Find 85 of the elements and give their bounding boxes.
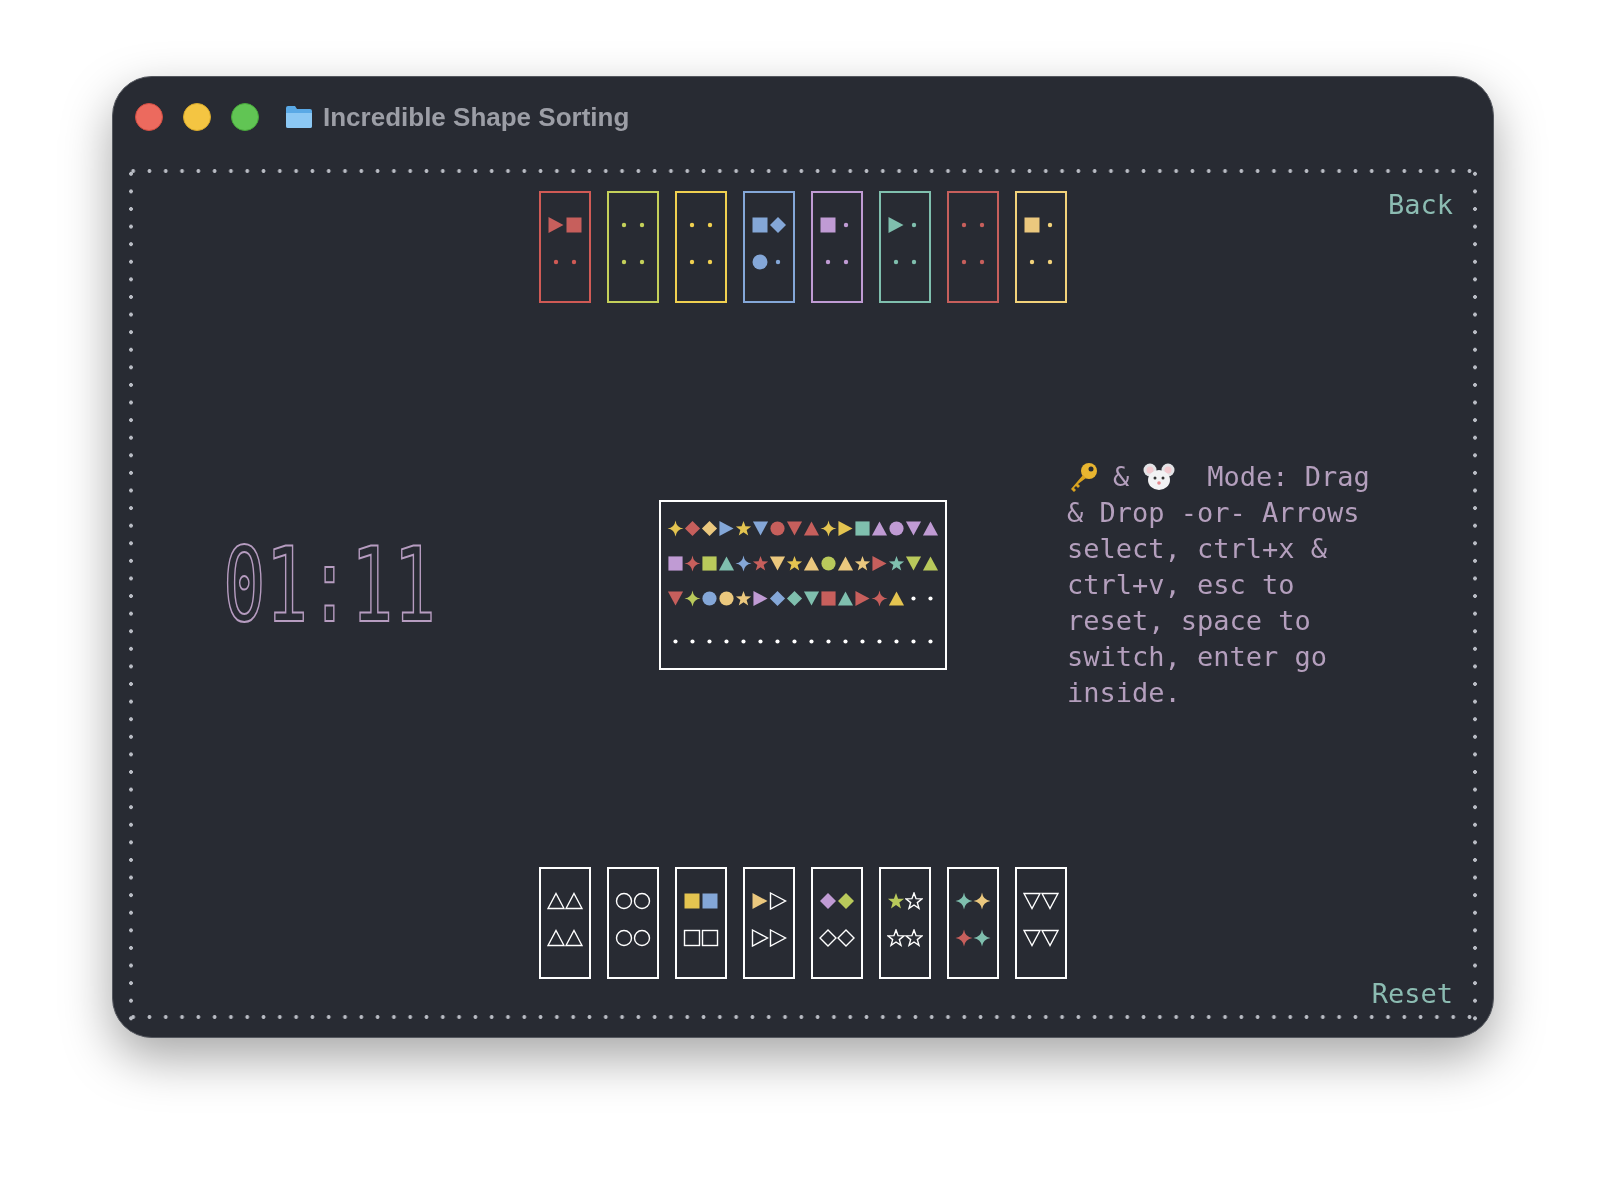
square-icon[interactable] (667, 555, 684, 572)
diamond-icon[interactable] (819, 929, 837, 947)
diamond-icon[interactable] (769, 216, 787, 234)
triangle-icon[interactable] (905, 555, 922, 572)
sparkle-icon[interactable] (955, 892, 973, 910)
triangle-icon[interactable] (1041, 892, 1059, 910)
star-icon[interactable] (905, 929, 923, 947)
timer: 01:11 (223, 533, 436, 637)
square-icon[interactable] (701, 555, 718, 572)
diamond-icon[interactable] (769, 590, 786, 607)
triangle-icon[interactable] (769, 555, 786, 572)
triangle-icon[interactable] (769, 892, 787, 910)
circle-icon[interactable] (615, 929, 633, 947)
square-icon[interactable] (819, 216, 837, 234)
sparkle-icon[interactable] (684, 590, 701, 607)
diamond-icon[interactable] (819, 892, 837, 910)
sparkle-icon[interactable] (973, 892, 991, 910)
diamond-icon[interactable] (837, 929, 855, 947)
square-icon[interactable] (854, 520, 871, 537)
window-title: Incredible Shape Sorting (323, 101, 630, 133)
sparkle-icon[interactable] (667, 520, 684, 537)
circle-icon[interactable] (718, 590, 735, 607)
triangle-icon[interactable] (1023, 929, 1041, 947)
triangle-icon[interactable] (547, 892, 565, 910)
triangle-icon[interactable] (922, 520, 939, 537)
square-icon[interactable] (701, 929, 719, 947)
triangle-icon[interactable] (565, 929, 583, 947)
triangle-icon[interactable] (905, 520, 922, 537)
star-icon[interactable] (735, 590, 752, 607)
triangle-icon[interactable] (769, 929, 787, 947)
circle-icon[interactable] (820, 555, 837, 572)
sparkle-icon[interactable] (735, 555, 752, 572)
star-icon[interactable] (854, 555, 871, 572)
circle-icon[interactable] (633, 892, 651, 910)
mouse-icon (1143, 461, 1176, 493)
triangle-icon[interactable] (887, 216, 905, 234)
square-icon[interactable] (683, 892, 701, 910)
minimize-button[interactable] (183, 103, 211, 131)
circle-icon[interactable] (701, 590, 718, 607)
square-icon[interactable] (683, 929, 701, 947)
help-text: & Drop -or- Arrows select, ctrl+x & ctrl+v, esc to reset, space to switch, enter go inside. (1067, 496, 1361, 710)
maximize-button[interactable] (231, 103, 259, 131)
triangle-icon[interactable] (751, 929, 769, 947)
triangle-icon[interactable] (837, 590, 854, 607)
help-text: & (1113, 460, 1130, 494)
triangle-icon[interactable] (803, 555, 820, 572)
help-text: Mode: Drag (1207, 460, 1370, 494)
circle-icon[interactable] (615, 892, 633, 910)
folder-icon (285, 105, 313, 129)
triangle-icon[interactable] (751, 892, 769, 910)
reset-link[interactable]: Reset (1371, 980, 1453, 1007)
diamond-icon[interactable] (837, 892, 855, 910)
circle-icon[interactable] (633, 929, 651, 947)
triangle-icon[interactable] (837, 520, 854, 537)
diamond-icon[interactable] (786, 590, 803, 607)
triangle-icon[interactable] (922, 555, 939, 572)
circle-icon[interactable] (888, 520, 905, 537)
sparkle-icon[interactable] (820, 520, 837, 537)
star-icon[interactable] (887, 929, 905, 947)
star-icon[interactable] (752, 555, 769, 572)
square-icon[interactable] (701, 892, 719, 910)
triangle-icon[interactable] (871, 520, 888, 537)
square-icon[interactable] (1023, 216, 1041, 234)
star-icon[interactable] (735, 520, 752, 537)
triangle-icon[interactable] (565, 892, 583, 910)
back-link[interactable]: Back (1387, 191, 1453, 218)
triangle-icon[interactable] (752, 520, 769, 537)
triangle-icon[interactable] (837, 555, 854, 572)
triangle-icon[interactable] (1041, 929, 1059, 947)
star-icon[interactable] (905, 892, 923, 910)
sparkle-icon[interactable] (973, 929, 991, 947)
square-icon[interactable] (751, 216, 769, 234)
star-icon[interactable] (786, 555, 803, 572)
circle-icon[interactable] (751, 253, 769, 271)
triangle-icon[interactable] (803, 590, 820, 607)
triangle-icon[interactable] (718, 555, 735, 572)
triangle-icon[interactable] (1023, 892, 1041, 910)
triangle-icon[interactable] (547, 929, 565, 947)
triangle-icon[interactable] (752, 590, 769, 607)
close-button[interactable] (135, 103, 163, 131)
triangle-icon[interactable] (888, 590, 905, 607)
star-icon[interactable] (888, 555, 905, 572)
star-icon[interactable] (887, 892, 905, 910)
triangle-icon[interactable] (718, 520, 735, 537)
diamond-icon[interactable] (701, 520, 718, 537)
